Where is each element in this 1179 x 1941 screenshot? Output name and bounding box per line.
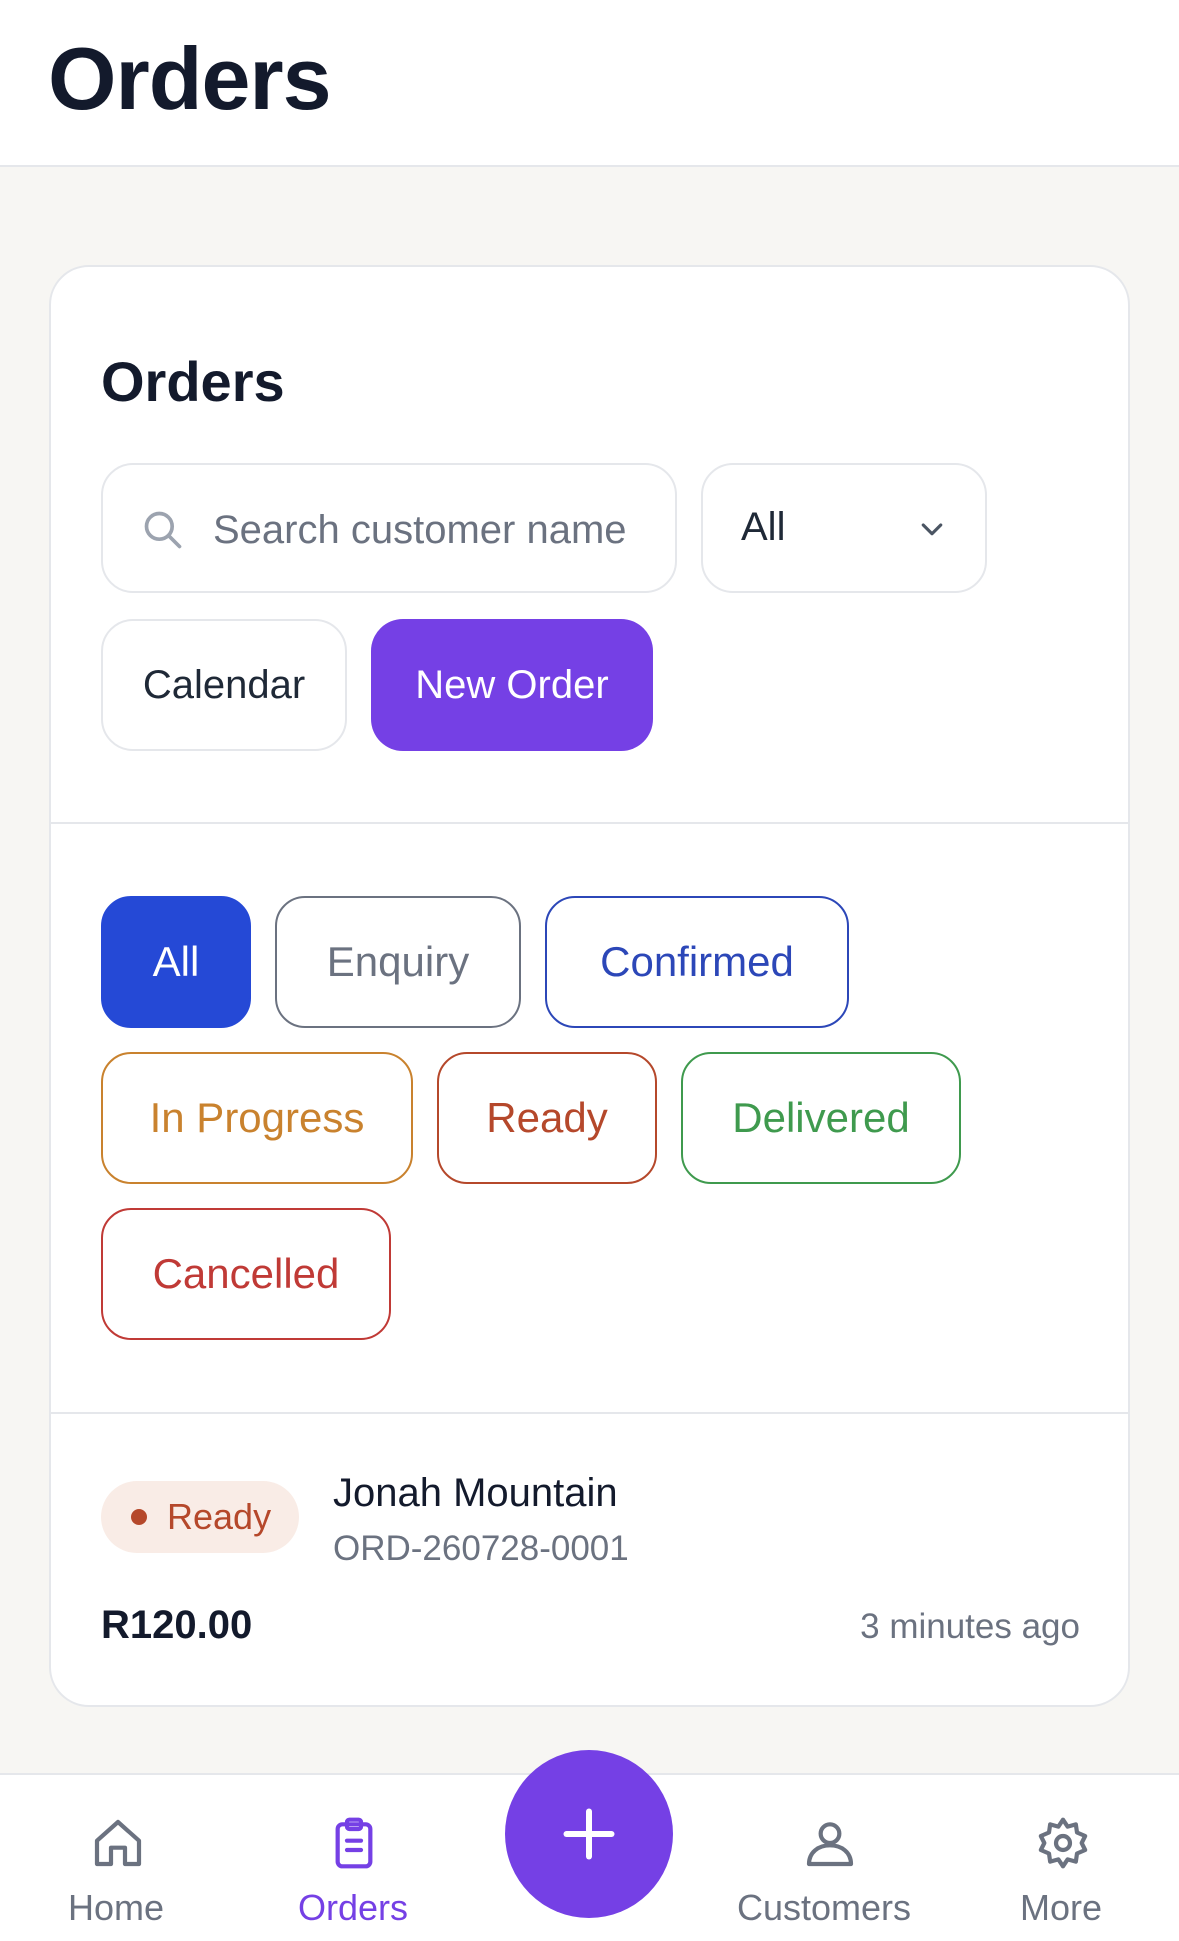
search-input[interactable] [213, 495, 643, 565]
app: Orders Orders All Calendar New Order All… [0, 0, 1179, 1941]
home-icon [94, 1819, 142, 1867]
filter-chip-cancelled[interactable]: Cancelled [101, 1208, 391, 1340]
status-select[interactable]: All [701, 463, 987, 593]
nav-more-label: More [1020, 1887, 1103, 1928]
nav-home[interactable]: Home [30, 1775, 205, 1941]
status-badge-label: Ready [167, 1496, 272, 1537]
nav-customers-label: Customers [737, 1887, 912, 1928]
add-order-fab[interactable] [505, 1750, 673, 1918]
status-dot-icon [131, 1509, 147, 1525]
order-amount: R120.00 [101, 1603, 253, 1647]
user-icon [806, 1822, 854, 1867]
customer-name: Jonah Mountain [333, 1471, 618, 1515]
search-icon [144, 511, 182, 549]
nav-home-label: Home [68, 1887, 165, 1928]
search-box[interactable] [101, 463, 677, 593]
order-time: 3 minutes ago [860, 1607, 1080, 1646]
orders-card: Orders All Calendar New Order All Enquir… [49, 265, 1130, 1707]
page-title: Orders [48, 29, 332, 128]
plus-icon [563, 1808, 615, 1860]
filter-chip-enquiry[interactable]: Enquiry [275, 896, 521, 1028]
calendar-button[interactable]: Calendar [101, 619, 347, 751]
filter-chip-in-progress[interactable]: In Progress [101, 1052, 413, 1184]
filter-chip-ready[interactable]: Ready [437, 1052, 657, 1184]
status-select-value: All [741, 505, 786, 549]
nav-orders[interactable]: Orders [270, 1775, 445, 1941]
card-title: Orders [101, 350, 285, 413]
filter-chip-confirmed[interactable]: Confirmed [545, 896, 849, 1028]
chevron-down-icon [921, 523, 943, 536]
gear-icon [1038, 1817, 1088, 1869]
divider [51, 822, 1128, 824]
divider [51, 1412, 1128, 1414]
status-badge: Ready [101, 1481, 299, 1553]
clipboard-icon [335, 1817, 373, 1869]
app-header: Orders [0, 0, 1179, 167]
nav-more[interactable]: More [1005, 1775, 1155, 1941]
filter-chip-all[interactable]: All [101, 896, 251, 1028]
nav-customers[interactable]: Customers [725, 1775, 935, 1941]
filter-chip-delivered[interactable]: Delivered [681, 1052, 961, 1184]
new-order-button[interactable]: New Order [371, 619, 653, 751]
order-id: ORD-260728-0001 [333, 1529, 629, 1568]
nav-orders-label: Orders [298, 1887, 409, 1928]
